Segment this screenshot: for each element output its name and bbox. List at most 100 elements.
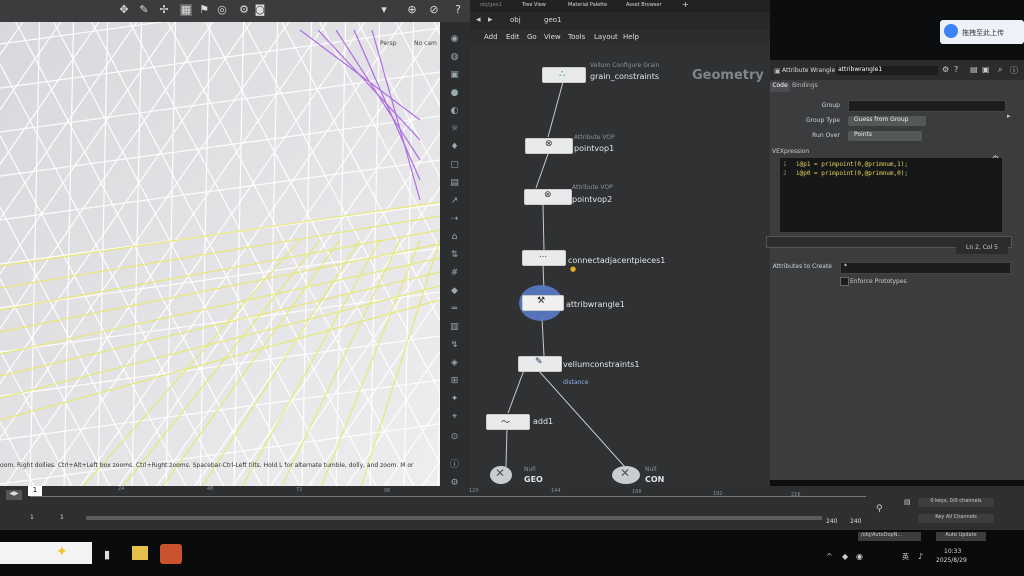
null-con-node[interactable]: ✕: [612, 466, 640, 484]
eye-icon[interactable]: ◍: [449, 52, 460, 62]
node-connectadjacentpieces1[interactable]: ⋯: [522, 250, 566, 266]
scope-icon[interactable]: ✦: [449, 394, 460, 404]
range-start[interactable]: 1: [30, 514, 34, 521]
location-icon[interactable]: ⊙: [449, 432, 460, 442]
number-icon[interactable]: #: [449, 268, 460, 278]
bookmark-icon[interactable]: ▤: [970, 65, 978, 74]
menu-edit[interactable]: Edit: [506, 33, 520, 41]
volume-icon[interactable]: ♪: [918, 552, 923, 561]
key-all-channels[interactable]: Key All Channels: [918, 514, 994, 523]
node-vellumconstraints1[interactable]: ✎: [518, 356, 562, 372]
current-frame[interactable]: 1: [28, 486, 42, 496]
menu-tools[interactable]: Tools: [568, 33, 585, 41]
tab-asset-browser[interactable]: Asset Browser: [626, 2, 662, 8]
measure-icon[interactable]: ⊞: [449, 376, 460, 386]
brush-icon[interactable]: ✎: [138, 4, 150, 16]
menu-view[interactable]: View: [544, 33, 561, 41]
help-icon[interactable]: ?: [452, 4, 464, 16]
tag-icon[interactable]: ⌂: [449, 232, 460, 242]
menu-add[interactable]: Add: [484, 33, 498, 41]
range-slider[interactable]: [86, 516, 822, 520]
camera-label[interactable]: Persp: [380, 40, 397, 47]
enforce-checkbox[interactable]: [840, 277, 849, 286]
point-icon[interactable]: ●: [449, 88, 460, 98]
node-grain-constraints[interactable]: ⛬: [542, 67, 586, 83]
menu-help[interactable]: Help: [623, 33, 639, 41]
range-start-2[interactable]: 1: [60, 514, 64, 521]
key-icon[interactable]: ⚲: [876, 504, 883, 514]
camera-view-icon[interactable]: ▢: [449, 160, 460, 170]
ruler-icon[interactable]: ═: [449, 304, 460, 314]
tab-tree-view[interactable]: Tree View: [522, 2, 546, 8]
light-icon[interactable]: ☼: [449, 124, 460, 134]
null-geo-node[interactable]: ✕: [490, 466, 512, 484]
focus-icon[interactable]: ◈: [449, 358, 460, 368]
edge-icon[interactable]: ◆: [449, 286, 460, 296]
globe-icon[interactable]: ◐: [449, 106, 460, 116]
clock-time[interactable]: 10:33: [944, 548, 961, 555]
path-geo[interactable]: geo1: [544, 16, 562, 24]
keyframe-icon[interactable]: ▤: [904, 498, 911, 506]
node-add1[interactable]: 〜: [486, 414, 530, 430]
node-pointvop1[interactable]: ⊗: [525, 138, 573, 154]
snapshot-icon[interactable]: ◙: [254, 4, 266, 16]
tray-chevron-icon[interactable]: ^: [826, 552, 833, 561]
path-obj[interactable]: obj: [510, 16, 521, 24]
grid-icon[interactable]: ▦: [180, 4, 192, 16]
timeline-track[interactable]: [30, 496, 866, 497]
tab-bindings[interactable]: Bindings: [792, 82, 818, 89]
arrow-icon[interactable]: ↯: [449, 340, 460, 350]
vector-icon[interactable]: ⇢: [449, 214, 460, 224]
lock-icon[interactable]: ▣: [449, 70, 460, 80]
node-name-field[interactable]: attribwrangle1: [836, 66, 938, 75]
play-icon[interactable]: ◀▶: [6, 490, 22, 500]
menu-go[interactable]: Go: [527, 33, 537, 41]
gear-icon[interactable]: ⚙: [942, 65, 949, 74]
vex-code-editor[interactable]: 1 i@p1 = primpoint(0,@primnum,1); 2 i@p0 =…: [780, 158, 1002, 232]
link-icon[interactable]: ⊘: [428, 4, 440, 16]
scene-viewport[interactable]: Persp No cam oom. Right dollies. Ctrl+Al…: [0, 0, 440, 490]
select-icon[interactable]: ✥: [118, 4, 130, 16]
sort-icon[interactable]: ⇅: [449, 250, 460, 260]
run-over-dropdown[interactable]: Points: [848, 131, 922, 141]
handle-icon[interactable]: ✢: [158, 4, 170, 16]
range-end-2[interactable]: 240: [850, 518, 861, 525]
group-type-dropdown[interactable]: Guess from Group: [848, 116, 926, 126]
range-end[interactable]: 240: [826, 518, 837, 525]
info-icon[interactable]: ⓘ: [449, 460, 460, 470]
flag-icon[interactable]: ⚑: [198, 4, 210, 16]
add-tab-icon[interactable]: +: [682, 0, 689, 9]
cam-menu[interactable]: No cam: [414, 40, 437, 47]
back-icon[interactable]: ◂: [476, 15, 481, 25]
shading-icon[interactable]: ▤: [449, 178, 460, 188]
normal-icon[interactable]: ↗: [449, 196, 460, 206]
circle-icon[interactable]: ◎: [216, 4, 228, 16]
obj-path-field[interactable]: /obj/AutoDopN...: [858, 532, 921, 541]
camera-icon[interactable]: ⚙: [238, 4, 250, 16]
tab-material-palette[interactable]: Material Palette: [568, 2, 607, 8]
frame-icon[interactable]: ▥: [449, 322, 460, 332]
attributes-field[interactable]: *: [840, 262, 1011, 274]
task-view-icon[interactable]: ▮: [104, 548, 110, 561]
node-attribwrangle1[interactable]: ⚒: [522, 295, 564, 311]
auto-update[interactable]: Auto Update: [936, 532, 986, 541]
dropdown-icon[interactable]: ▾: [378, 4, 390, 16]
houdini-app-icon[interactable]: [160, 544, 182, 564]
help-icon[interactable]: ?: [954, 65, 958, 74]
search-box[interactable]: ✦: [0, 542, 92, 564]
display-icon[interactable]: ◉: [449, 34, 460, 44]
shield-icon[interactable]: ◆: [842, 552, 848, 561]
info-icon[interactable]: ⓘ: [1010, 65, 1018, 76]
clock-date[interactable]: 2025/8/29: [936, 557, 967, 564]
upload-widget[interactable]: 拖拽至此上传: [940, 20, 1024, 44]
search-icon[interactable]: ⌕: [998, 65, 1002, 75]
input-language[interactable]: 英: [902, 552, 909, 562]
node-pointvop2[interactable]: ⊗: [524, 189, 572, 205]
tab-code[interactable]: Code: [770, 82, 790, 92]
marker-icon[interactable]: ♦: [449, 142, 460, 152]
group-field[interactable]: [848, 100, 1006, 112]
file-explorer-icon[interactable]: [132, 546, 148, 560]
menu-layout[interactable]: Layout: [594, 33, 618, 41]
lock-icon[interactable]: ▣: [982, 65, 990, 74]
network-icon[interactable]: ◉: [856, 552, 863, 561]
